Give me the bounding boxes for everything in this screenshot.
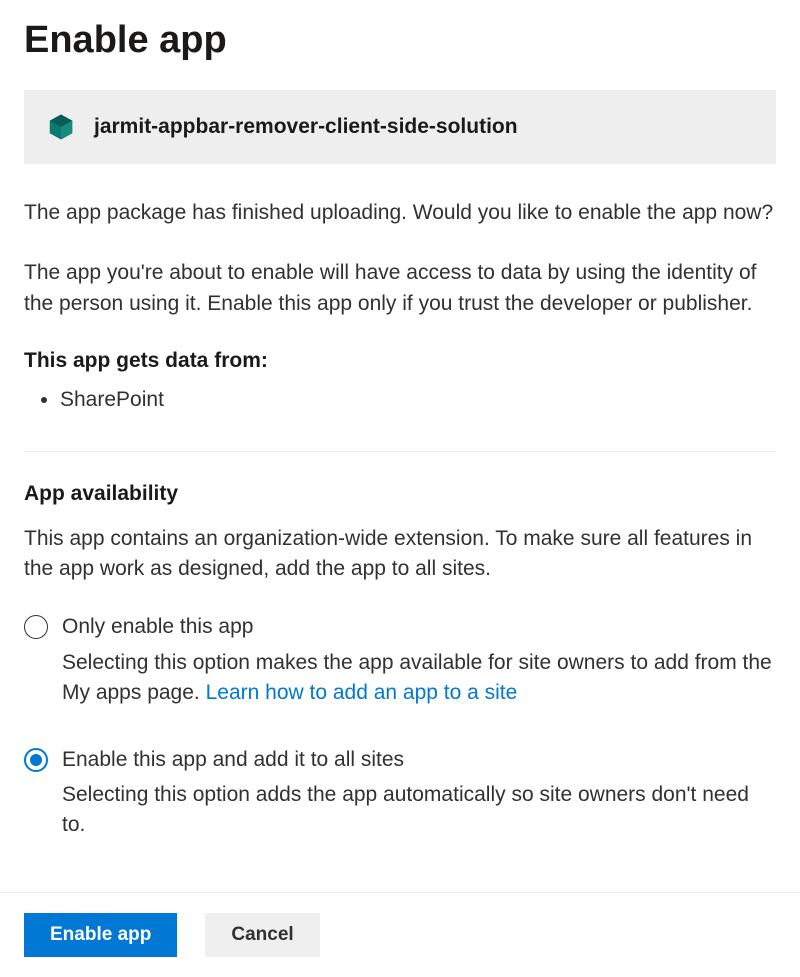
enable-app-button[interactable]: Enable app bbox=[24, 913, 177, 957]
learn-add-app-link[interactable]: Learn how to add an app to a site bbox=[206, 681, 518, 704]
data-from-heading: This app gets data from: bbox=[24, 349, 776, 373]
page-title: Enable app bbox=[24, 20, 776, 62]
availability-description: This app contains an organization-wide e… bbox=[24, 524, 776, 585]
radio-option-only-enable[interactable]: Only enable this app Selecting this opti… bbox=[24, 612, 776, 708]
radio-label-add-all-sites[interactable]: Enable this app and add it to all sites bbox=[62, 745, 776, 774]
warning-text: The app you're about to enable will have… bbox=[24, 258, 776, 319]
radio-input-add-all-sites[interactable] bbox=[24, 748, 48, 772]
cancel-button[interactable]: Cancel bbox=[205, 913, 319, 957]
availability-radio-group: Only enable this app Selecting this opti… bbox=[24, 612, 776, 841]
radio-description-add-all-sites: Selecting this option adds the app autom… bbox=[62, 780, 776, 841]
radio-description-only-enable: Selecting this option makes the app avai… bbox=[62, 648, 776, 709]
app-package-icon bbox=[46, 112, 76, 142]
data-from-item: SharePoint bbox=[60, 385, 776, 414]
dialog-footer: Enable app Cancel bbox=[0, 892, 800, 977]
radio-input-only-enable[interactable] bbox=[24, 615, 48, 639]
app-banner: jarmit-appbar-remover-client-side-soluti… bbox=[24, 90, 776, 164]
divider bbox=[24, 451, 776, 452]
data-from-list: SharePoint bbox=[24, 385, 776, 414]
availability-heading: App availability bbox=[24, 482, 776, 506]
radio-label-only-enable[interactable]: Only enable this app bbox=[62, 612, 776, 641]
app-name: jarmit-appbar-remover-client-side-soluti… bbox=[94, 115, 518, 139]
intro-text: The app package has finished uploading. … bbox=[24, 198, 776, 228]
radio-option-add-all-sites[interactable]: Enable this app and add it to all sites … bbox=[24, 745, 776, 841]
